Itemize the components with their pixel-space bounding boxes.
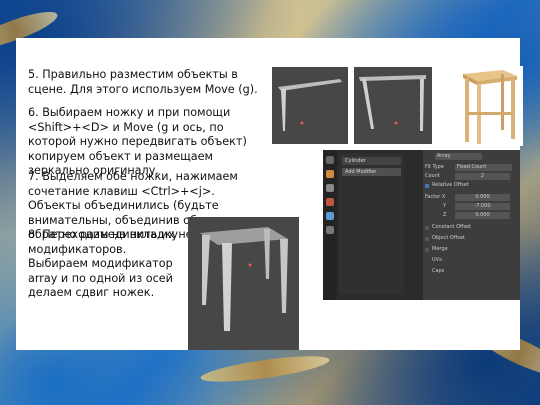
render-tab-icon[interactable]: [326, 170, 334, 178]
constant-offset-label: Constant Offset: [432, 224, 472, 230]
stool-image: [463, 70, 517, 144]
tool-tab-icon[interactable]: [326, 156, 334, 164]
object-name-field[interactable]: Cylinder: [342, 157, 401, 165]
factor-x-label: Factor X: [425, 194, 446, 200]
uvs-label[interactable]: UVs: [432, 257, 442, 264]
stool-photo: [455, 66, 523, 146]
count-field[interactable]: 2: [455, 173, 510, 180]
modifier-panel: Array Fit Type Fixed Count Count 2 Relat…: [423, 150, 520, 300]
viewport-mirrored-legs: [354, 67, 432, 144]
relative-offset-label: Relative Offset: [432, 182, 469, 188]
merge-checkbox[interactable]: [425, 248, 429, 252]
fit-type-select[interactable]: Fixed Count: [455, 164, 512, 171]
object-offset-checkbox[interactable]: [425, 237, 429, 241]
output-tab-icon[interactable]: [326, 184, 334, 192]
viewport-four-legs: [188, 217, 299, 350]
add-modifier-button[interactable]: Add Modifier: [342, 168, 401, 176]
factor-z-field[interactable]: 0.000: [455, 212, 510, 219]
factor-x-field[interactable]: 0.000: [455, 194, 510, 201]
object-panel: Cylinder Add Modifier: [339, 154, 404, 294]
properties-tab-bar: [323, 150, 337, 300]
leg-render: [278, 79, 342, 131]
legs-render: [359, 75, 426, 131]
caps-label[interactable]: Caps: [432, 268, 444, 275]
scene-tab-icon[interactable]: [326, 198, 334, 206]
fit-type-label: Fit Type: [425, 164, 444, 170]
four-legs-render: [200, 227, 288, 331]
step-6-text: 6. Выбираем ножку и при помощи <Shift>+<…: [28, 106, 247, 177]
object-tab-icon[interactable]: [326, 226, 334, 234]
modifier-name-field[interactable]: Array: [435, 153, 482, 160]
factor-y-label: Y: [443, 203, 447, 209]
object-offset-label: Object Offset: [432, 235, 465, 241]
merge-label: Merge: [432, 246, 448, 252]
relative-offset-checkbox[interactable]: [425, 184, 429, 188]
factor-z-label: Z: [443, 212, 447, 218]
viewport-single-leg: [272, 67, 348, 144]
step-8-text: 8. Переходим на вкладку модификаторов. В…: [28, 228, 179, 299]
modifier-tab-icon[interactable]: [326, 212, 334, 220]
constant-offset-checkbox[interactable]: [425, 226, 429, 230]
step-5-text: 5. Правильно разместим объекты в сцене. …: [28, 68, 258, 96]
blender-modifier-screenshot: Cylinder Add Modifier Array Fit Type Fix…: [323, 150, 520, 300]
factor-y-field[interactable]: -7.000: [455, 203, 510, 210]
count-label: Count: [425, 173, 440, 179]
